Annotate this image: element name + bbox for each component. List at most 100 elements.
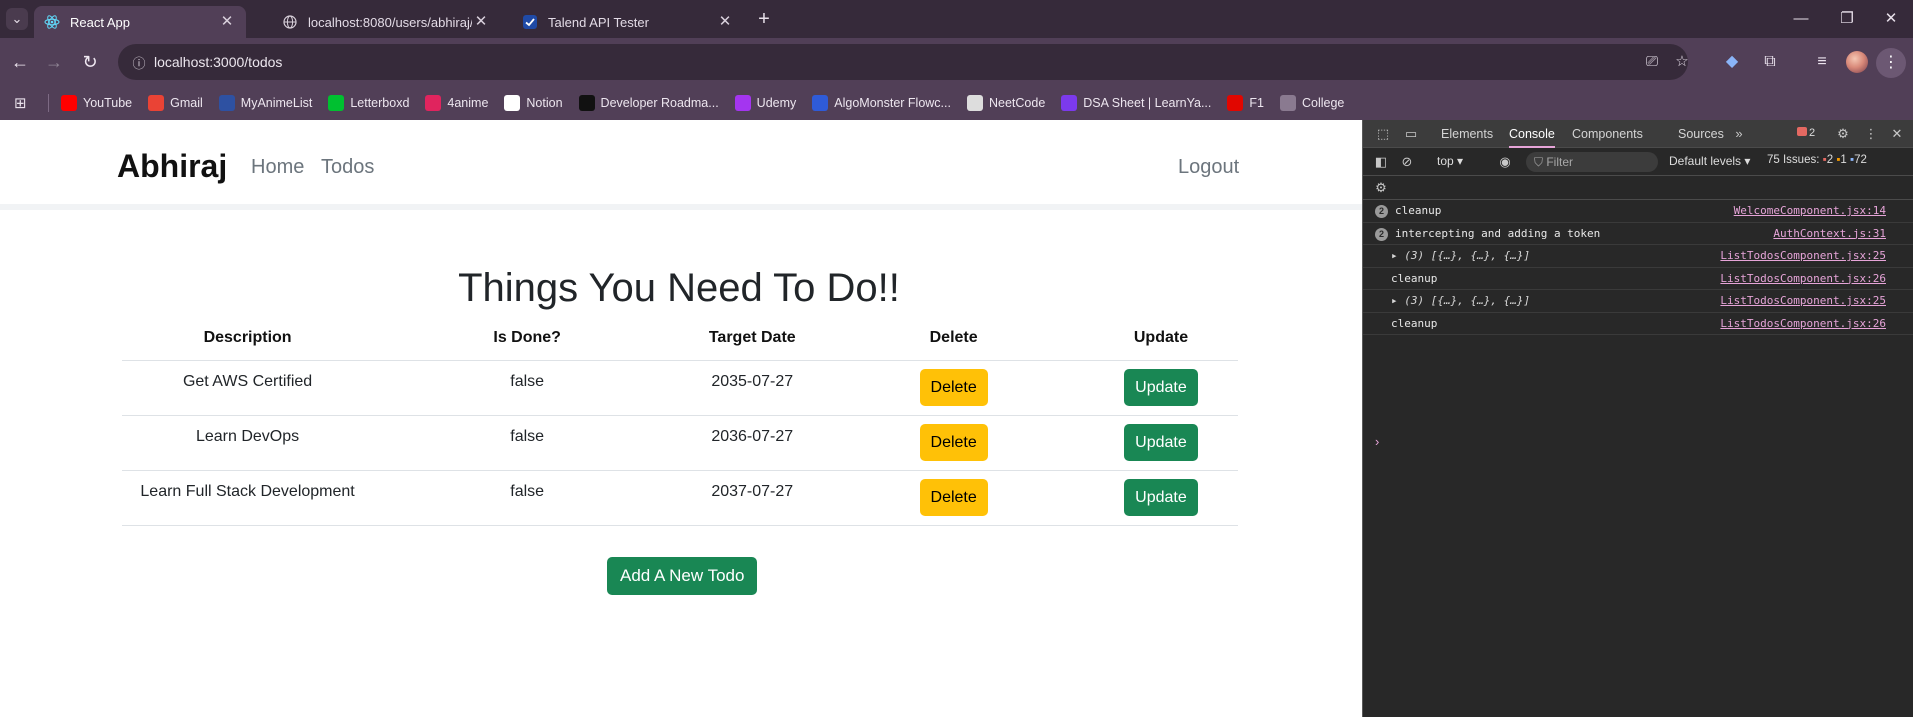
tab-sources[interactable]: Sources bbox=[1678, 120, 1724, 148]
site-info-icon[interactable]: ⓘ bbox=[124, 53, 154, 72]
console-settings-icon[interactable]: ⚙ bbox=[1371, 178, 1391, 198]
bookmark-label: Letterboxd bbox=[350, 96, 410, 110]
update-button[interactable]: Update bbox=[1124, 423, 1198, 461]
console-source-link[interactable]: WelcomeComponent.jsx:14 bbox=[1734, 204, 1886, 217]
bookmark-item[interactable]: 4anime bbox=[425, 95, 488, 111]
bookmark-item[interactable]: College bbox=[1279, 95, 1344, 111]
close-icon[interactable]: ✕ bbox=[218, 13, 236, 31]
new-tab-button[interactable]: + bbox=[752, 8, 776, 30]
delete-button[interactable]: Delete bbox=[919, 478, 988, 516]
repeat-count-badge: 2 bbox=[1375, 205, 1388, 218]
bookmark-item[interactable]: NeetCode bbox=[966, 95, 1045, 111]
update-button[interactable]: Update bbox=[1124, 368, 1198, 406]
logout-link[interactable]: Logout bbox=[1178, 156, 1239, 179]
console-source-link[interactable]: ListTodosComponent.jsx:25 bbox=[1720, 249, 1886, 262]
sidebar-toggle-icon[interactable]: ◧ bbox=[1371, 152, 1391, 172]
live-expression-eye-icon[interactable]: ◉ bbox=[1495, 152, 1515, 172]
youtube-icon bbox=[61, 95, 77, 111]
delete-button[interactable]: Delete bbox=[919, 368, 988, 406]
console-source-link[interactable]: ListTodosComponent.jsx:25 bbox=[1720, 294, 1886, 307]
bookmark-list: YouTube Gmail MyAnimeList Letterboxd 4anime N… bbox=[61, 95, 1360, 111]
console-log-row[interactable]: ▸ (3) [{…}, {…}, {…}] ListTodosComponent.… bbox=[1363, 245, 1913, 268]
devtools-menu-icon[interactable]: ⋮ bbox=[1861, 124, 1881, 144]
avatar[interactable] bbox=[1846, 51, 1868, 73]
media-controls-icon[interactable]: ≡ bbox=[1810, 50, 1834, 74]
reload-icon[interactable]: ↻ bbox=[78, 50, 102, 74]
tab-localhost-8080[interactable]: localhost:8080/users/abhiraj/to ✕ bbox=[272, 6, 500, 38]
console-log-row[interactable]: ▸ (3) [{…}, {…}, {…}] ListTodosComponent.… bbox=[1363, 290, 1913, 313]
tab-react-app[interactable]: React App ✕ bbox=[34, 6, 246, 38]
tab-strip: ⌄ React App ✕ localhost:8080/users/abhir… bbox=[0, 0, 1913, 38]
close-icon[interactable]: ✕ bbox=[472, 13, 490, 31]
bookmark-item[interactable]: YouTube bbox=[61, 95, 132, 111]
minimize-icon[interactable]: — bbox=[1778, 6, 1824, 32]
tab-elements[interactable]: Elements bbox=[1441, 120, 1493, 148]
bookmark-item[interactable]: MyAnimeList bbox=[218, 95, 312, 111]
back-icon[interactable]: ← bbox=[8, 50, 32, 74]
console-filter-input[interactable]: ⛉ Filter bbox=[1526, 152, 1658, 172]
extensions-puzzle-icon[interactable]: ⧉ bbox=[1758, 50, 1782, 74]
bookmarks-bar: ⊞ YouTube Gmail MyAnimeList Letterboxd 4anim… bbox=[0, 86, 1913, 120]
todo-target-date: 2037-07-27 bbox=[681, 470, 824, 526]
clear-console-icon[interactable]: ⊘ bbox=[1397, 152, 1417, 172]
console-log-row[interactable]: 2 cleanup WelcomeComponent.jsx:14 bbox=[1363, 200, 1913, 223]
console-log-row[interactable]: cleanup ListTodosComponent.jsx:26 bbox=[1363, 268, 1913, 290]
bookmark-item[interactable]: Letterboxd bbox=[328, 95, 409, 111]
bookmark-star-icon[interactable]: ☆ bbox=[1672, 52, 1692, 72]
tab-talend-api-tester[interactable]: Talend API Tester ✕ bbox=[512, 6, 744, 38]
table-row: Learn Full Stack Development false 2037-07… bbox=[122, 470, 1238, 526]
close-icon[interactable]: ✕ bbox=[716, 13, 734, 31]
tab-title: localhost:8080/users/abhiraj/to bbox=[308, 14, 472, 30]
inspect-element-icon[interactable]: ⬚ bbox=[1373, 124, 1393, 144]
bookmark-item[interactable]: Notion bbox=[504, 95, 563, 111]
nav-todos-link[interactable]: Todos bbox=[321, 156, 374, 179]
restore-icon[interactable]: ❐ bbox=[1824, 6, 1870, 32]
bookmark-item[interactable]: Udemy bbox=[734, 95, 797, 111]
context-selector[interactable]: top ▾ bbox=[1437, 154, 1463, 168]
bookmark-item[interactable]: DSA Sheet | LearnYa... bbox=[1061, 95, 1211, 111]
close-devtools-icon[interactable]: ✕ bbox=[1887, 124, 1907, 144]
delete-button[interactable]: Delete bbox=[919, 423, 988, 461]
console-log-row[interactable]: 2 intercepting and adding a token AuthCont… bbox=[1363, 223, 1913, 245]
add-todo-button[interactable]: Add A New Todo bbox=[607, 557, 758, 595]
column-header-target-date: Target Date bbox=[681, 316, 824, 361]
log-levels-dropdown[interactable]: Default levels ▾ bbox=[1669, 154, 1750, 168]
error-count-badge[interactable]: 2 bbox=[1797, 127, 1815, 139]
browser-menu-icon[interactable]: ⋮ bbox=[1876, 48, 1906, 78]
nav-home-link[interactable]: Home bbox=[251, 156, 304, 179]
extension-icon[interactable]: ◆ bbox=[1720, 50, 1744, 74]
apps-grid-icon[interactable]: ⊞ bbox=[14, 94, 32, 112]
tab-components[interactable]: Components bbox=[1572, 120, 1643, 148]
web-page: Abhiraj Home Todos Logout Things You Nee… bbox=[0, 120, 1362, 717]
browser-toolbar: ← → ↻ ⓘ localhost:3000/todos ⎚ ☆ ◆ ⧉ ≡ ⋮ bbox=[0, 38, 1913, 86]
console-prompt[interactable]: › bbox=[1375, 434, 1379, 449]
address-url[interactable]: localhost:3000/todos bbox=[154, 54, 282, 70]
bookmark-label: Udemy bbox=[756, 96, 797, 110]
device-toolbar-icon[interactable]: ▭ bbox=[1401, 124, 1421, 144]
address-bar[interactable]: ⓘ localhost:3000/todos ⎚ ☆ bbox=[118, 44, 1689, 80]
install-app-icon[interactable]: ⎚ bbox=[1642, 52, 1662, 72]
bookmark-item[interactable]: F1 bbox=[1227, 95, 1264, 111]
forward-icon[interactable]: → bbox=[42, 50, 66, 74]
console-message[interactable]: ▸ (3) [{…}, {…}, {…}] bbox=[1391, 294, 1530, 307]
window-close-icon[interactable]: ✕ bbox=[1868, 6, 1913, 32]
update-button[interactable]: Update bbox=[1124, 478, 1198, 516]
more-tabs-icon[interactable]: » bbox=[1729, 124, 1749, 144]
console-source-link[interactable]: ListTodosComponent.jsx:26 bbox=[1720, 272, 1886, 285]
bookmark-item[interactable]: Developer Roadma... bbox=[578, 95, 719, 111]
tab-console[interactable]: Console bbox=[1509, 120, 1555, 148]
algomonster-icon bbox=[812, 95, 829, 111]
bookmark-item[interactable]: Gmail bbox=[148, 95, 203, 111]
todo-delete-cell: Delete bbox=[823, 415, 1084, 471]
issues-counter[interactable]: 75 Issues: ▪2 ▪1 ▪72 bbox=[1767, 154, 1867, 166]
console-log-row[interactable]: cleanup ListTodosComponent.jsx:26 bbox=[1363, 313, 1913, 335]
settings-gear-icon[interactable]: ⚙ bbox=[1833, 124, 1853, 144]
tab-search-button[interactable]: ⌄ bbox=[6, 8, 28, 30]
console-source-link[interactable]: AuthContext.js:31 bbox=[1773, 227, 1886, 240]
brand-logo[interactable]: Abhiraj bbox=[117, 148, 227, 185]
column-header-description: Description bbox=[122, 316, 374, 361]
console-source-link[interactable]: ListTodosComponent.jsx:26 bbox=[1720, 317, 1886, 330]
bookmark-item[interactable]: AlgoMonster Flowc... bbox=[812, 95, 951, 111]
console-message[interactable]: ▸ (3) [{…}, {…}, {…}] bbox=[1391, 249, 1530, 262]
console-message: cleanup bbox=[1391, 271, 1438, 285]
